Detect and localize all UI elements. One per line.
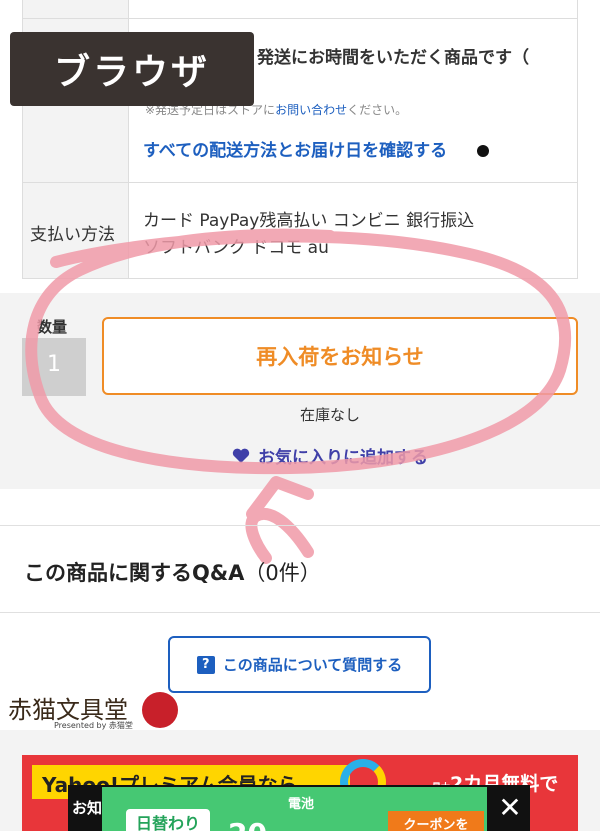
- question-icon: ?: [196, 655, 215, 674]
- section-divider: [0, 525, 600, 526]
- cat-seal-icon: [142, 692, 178, 728]
- ask-question-button[interactable]: ? この商品について質問する: [168, 636, 431, 693]
- qa-heading: この商品に関するQ&A（0件）: [24, 561, 321, 585]
- ask-question-label: この商品について質問する: [222, 656, 403, 674]
- shop-logo: 赤猫文具堂 Presented by 赤猫堂: [8, 690, 178, 735]
- daily-deal-tag: 日替わり: [126, 809, 210, 831]
- deal-number: 20: [228, 817, 267, 831]
- close-icon[interactable]: ✕: [494, 791, 526, 824]
- deal-item-label: 電池: [288, 797, 315, 812]
- daily-deal-card[interactable]: 日替わり 電池 20 クーポンを: [102, 787, 487, 831]
- bottom-notice-bar: お知 日替わり 電池 20 クーポンを ✕: [68, 785, 530, 831]
- notice-label: お知: [72, 799, 103, 817]
- annotation-arrow: [245, 508, 314, 564]
- annotation-arrow-head: [246, 476, 314, 520]
- coupon-tag: クーポンを: [388, 811, 484, 831]
- browser-overlay-label: ブラウザ: [10, 32, 254, 106]
- section-divider: [0, 612, 600, 613]
- annotation-circle: [25, 228, 572, 475]
